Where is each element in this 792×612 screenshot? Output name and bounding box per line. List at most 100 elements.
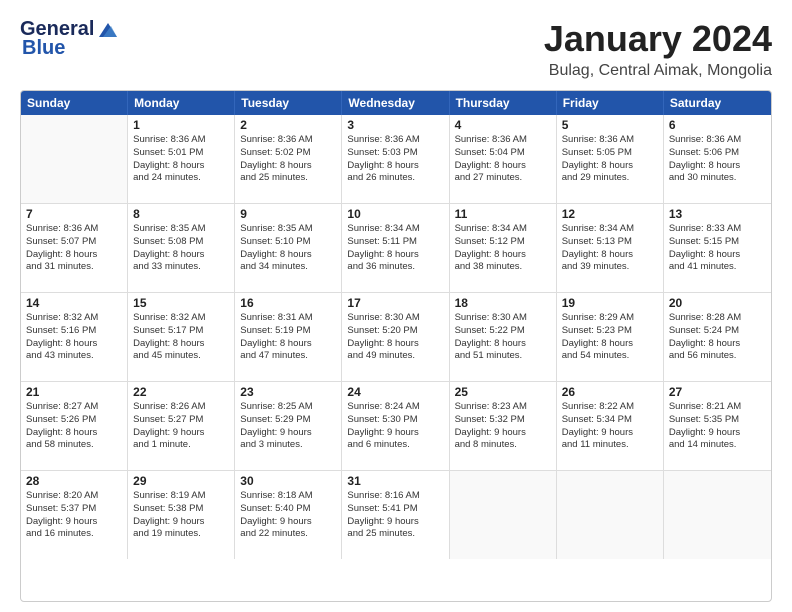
header-saturday: Saturday — [664, 91, 771, 115]
daylight-text: Daylight: 8 hours — [347, 249, 443, 262]
sunset-text: Sunset: 5:37 PM — [26, 503, 122, 516]
sunset-text: Sunset: 5:02 PM — [240, 147, 336, 160]
daylight-text: Daylight: 8 hours — [133, 338, 229, 351]
sunset-text: Sunset: 5:17 PM — [133, 325, 229, 338]
daylight-minutes: and 3 minutes. — [240, 439, 336, 452]
day-number: 12 — [562, 207, 658, 221]
week-row-0: 1Sunrise: 8:36 AMSunset: 5:01 PMDaylight… — [21, 115, 771, 204]
daylight-minutes: and 34 minutes. — [240, 261, 336, 274]
day-number: 1 — [133, 118, 229, 132]
sunrise-text: Sunrise: 8:35 AM — [133, 223, 229, 236]
sunset-text: Sunset: 5:23 PM — [562, 325, 658, 338]
table-row: 10Sunrise: 8:34 AMSunset: 5:11 PMDayligh… — [342, 204, 449, 292]
daylight-minutes: and 29 minutes. — [562, 172, 658, 185]
day-number: 11 — [455, 207, 551, 221]
day-number: 16 — [240, 296, 336, 310]
day-number: 9 — [240, 207, 336, 221]
sunrise-text: Sunrise: 8:36 AM — [133, 134, 229, 147]
daylight-minutes: and 25 minutes. — [347, 528, 443, 541]
sunrise-text: Sunrise: 8:19 AM — [133, 490, 229, 503]
daylight-text: Daylight: 8 hours — [240, 249, 336, 262]
daylight-text: Daylight: 8 hours — [562, 160, 658, 173]
table-row: 24Sunrise: 8:24 AMSunset: 5:30 PMDayligh… — [342, 382, 449, 470]
header-friday: Friday — [557, 91, 664, 115]
day-number: 25 — [455, 385, 551, 399]
table-row: 12Sunrise: 8:34 AMSunset: 5:13 PMDayligh… — [557, 204, 664, 292]
daylight-minutes: and 49 minutes. — [347, 350, 443, 363]
sunrise-text: Sunrise: 8:22 AM — [562, 401, 658, 414]
daylight-minutes: and 38 minutes. — [455, 261, 551, 274]
sunrise-text: Sunrise: 8:36 AM — [455, 134, 551, 147]
daylight-minutes: and 51 minutes. — [455, 350, 551, 363]
sunset-text: Sunset: 5:06 PM — [669, 147, 766, 160]
daylight-minutes: and 25 minutes. — [240, 172, 336, 185]
day-number: 4 — [455, 118, 551, 132]
table-row: 11Sunrise: 8:34 AMSunset: 5:12 PMDayligh… — [450, 204, 557, 292]
day-number: 18 — [455, 296, 551, 310]
table-row: 14Sunrise: 8:32 AMSunset: 5:16 PMDayligh… — [21, 293, 128, 381]
daylight-text: Daylight: 8 hours — [455, 249, 551, 262]
daylight-text: Daylight: 8 hours — [455, 160, 551, 173]
sunset-text: Sunset: 5:03 PM — [347, 147, 443, 160]
sunset-text: Sunset: 5:30 PM — [347, 414, 443, 427]
table-row: 20Sunrise: 8:28 AMSunset: 5:24 PMDayligh… — [664, 293, 771, 381]
table-row: 26Sunrise: 8:22 AMSunset: 5:34 PMDayligh… — [557, 382, 664, 470]
daylight-text: Daylight: 8 hours — [669, 338, 766, 351]
header-wednesday: Wednesday — [342, 91, 449, 115]
day-number: 14 — [26, 296, 122, 310]
header-sunday: Sunday — [21, 91, 128, 115]
sunset-text: Sunset: 5:08 PM — [133, 236, 229, 249]
day-number: 23 — [240, 385, 336, 399]
daylight-minutes: and 8 minutes. — [455, 439, 551, 452]
daylight-text: Daylight: 8 hours — [347, 338, 443, 351]
daylight-minutes: and 24 minutes. — [133, 172, 229, 185]
daylight-minutes: and 45 minutes. — [133, 350, 229, 363]
daylight-minutes: and 47 minutes. — [240, 350, 336, 363]
day-number: 7 — [26, 207, 122, 221]
sunrise-text: Sunrise: 8:36 AM — [669, 134, 766, 147]
daylight-minutes: and 19 minutes. — [133, 528, 229, 541]
day-number: 19 — [562, 296, 658, 310]
sunset-text: Sunset: 5:19 PM — [240, 325, 336, 338]
sunrise-text: Sunrise: 8:29 AM — [562, 312, 658, 325]
sunset-text: Sunset: 5:34 PM — [562, 414, 658, 427]
week-row-1: 7Sunrise: 8:36 AMSunset: 5:07 PMDaylight… — [21, 204, 771, 293]
table-row: 19Sunrise: 8:29 AMSunset: 5:23 PMDayligh… — [557, 293, 664, 381]
daylight-minutes: and 26 minutes. — [347, 172, 443, 185]
table-row: 13Sunrise: 8:33 AMSunset: 5:15 PMDayligh… — [664, 204, 771, 292]
table-row: 18Sunrise: 8:30 AMSunset: 5:22 PMDayligh… — [450, 293, 557, 381]
sunset-text: Sunset: 5:41 PM — [347, 503, 443, 516]
day-number: 29 — [133, 474, 229, 488]
sunrise-text: Sunrise: 8:18 AM — [240, 490, 336, 503]
sunset-text: Sunset: 5:10 PM — [240, 236, 336, 249]
daylight-text: Daylight: 8 hours — [240, 160, 336, 173]
daylight-text: Daylight: 8 hours — [26, 249, 122, 262]
sunrise-text: Sunrise: 8:36 AM — [26, 223, 122, 236]
table-row: 8Sunrise: 8:35 AMSunset: 5:08 PMDaylight… — [128, 204, 235, 292]
daylight-minutes: and 16 minutes. — [26, 528, 122, 541]
table-row: 5Sunrise: 8:36 AMSunset: 5:05 PMDaylight… — [557, 115, 664, 203]
day-number: 31 — [347, 474, 443, 488]
header-monday: Monday — [128, 91, 235, 115]
table-row: 31 Sunrise: 8:16 AMSunset: 5:41 PMDayligh… — [342, 471, 449, 559]
sunrise-text: Sunrise: 8:32 AM — [133, 312, 229, 325]
sunrise-text: Sunrise: 8:16 AM — [347, 490, 443, 503]
sunrise-text: Sunrise: 8:36 AM — [240, 134, 336, 147]
day-number: 26 — [562, 385, 658, 399]
daylight-text: Daylight: 9 hours — [455, 427, 551, 440]
sunrise-text: Sunrise: 8:27 AM — [26, 401, 122, 414]
table-row: 4Sunrise: 8:36 AMSunset: 5:04 PMDaylight… — [450, 115, 557, 203]
daylight-minutes: and 11 minutes. — [562, 439, 658, 452]
week-row-3: 21Sunrise: 8:27 AMSunset: 5:26 PMDayligh… — [21, 382, 771, 471]
daylight-text: Daylight: 8 hours — [133, 160, 229, 173]
day-number: 6 — [669, 118, 766, 132]
table-row: 3Sunrise: 8:36 AMSunset: 5:03 PMDaylight… — [342, 115, 449, 203]
header-tuesday: Tuesday — [235, 91, 342, 115]
day-number: 27 — [669, 385, 766, 399]
table-row: 23Sunrise: 8:25 AMSunset: 5:29 PMDayligh… — [235, 382, 342, 470]
sunrise-text: Sunrise: 8:33 AM — [669, 223, 766, 236]
table-row — [450, 471, 557, 559]
daylight-minutes: and 22 minutes. — [240, 528, 336, 541]
daylight-text: Daylight: 9 hours — [347, 516, 443, 529]
table-row: 22Sunrise: 8:26 AMSunset: 5:27 PMDayligh… — [128, 382, 235, 470]
